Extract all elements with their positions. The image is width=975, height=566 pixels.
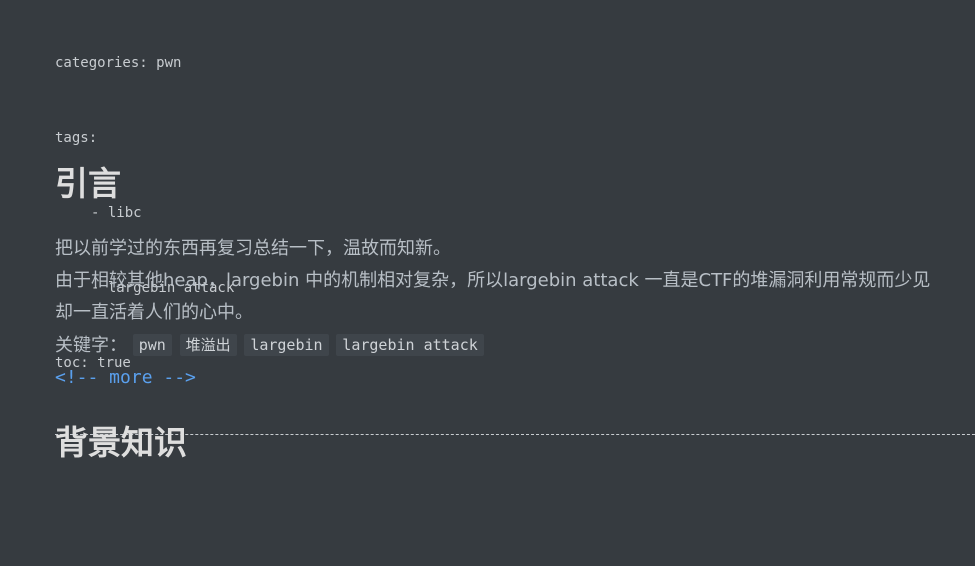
heading-intro[interactable]: 引言	[55, 162, 121, 206]
heading-background[interactable]: 背景知识	[55, 421, 187, 465]
front-matter-tag-item: - libc	[91, 205, 142, 221]
keywords-line[interactable]: 关键字： pwn 堆溢出 largebin largebin attack	[55, 330, 486, 362]
front-matter-tags: tags:	[55, 130, 98, 146]
keywords-label: 关键字：	[55, 335, 127, 356]
front-matter-divider	[55, 434, 975, 435]
keyword-code[interactable]: 堆溢出	[179, 334, 237, 356]
paragraph-line[interactable]: 由于相较其他heap，largebin 中的机制相对复杂，所以largebin …	[55, 265, 930, 297]
keyword-code[interactable]: largebin attack	[336, 334, 484, 356]
more-comment[interactable]: <!-- more -->	[55, 363, 196, 393]
keyword-code[interactable]: pwn	[132, 334, 172, 356]
paragraph-line[interactable]: 却一直活着人们的心中。	[55, 297, 253, 329]
markdown-editor-content[interactable]: categories: pwn tags: - libc - largebin …	[55, 0, 975, 566]
front-matter-categories: categories: pwn	[55, 55, 182, 71]
paragraph-line[interactable]: 把以前学过的东西再复习总结一下，温故而知新。	[55, 233, 451, 265]
keyword-code[interactable]: largebin	[244, 334, 329, 356]
